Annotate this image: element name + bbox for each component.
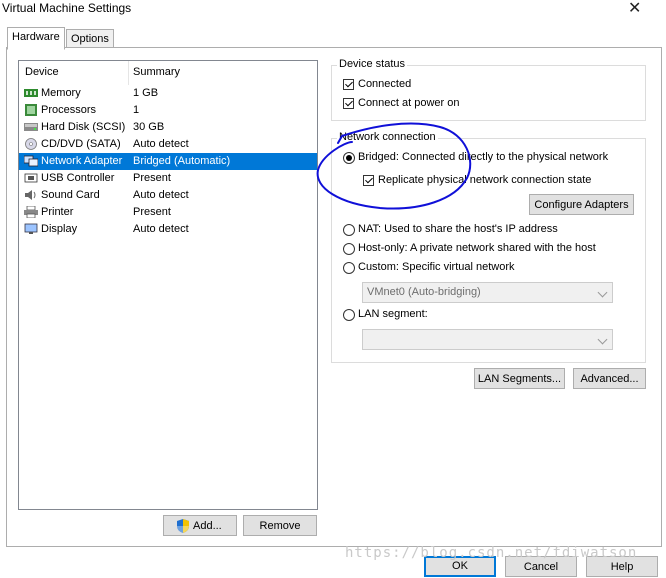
device-row-memory[interactable]: Memory 1 GB — [19, 85, 317, 102]
network-adapter-icon — [24, 155, 38, 167]
device-summary: 30 GB — [133, 121, 165, 133]
device-summary: Auto detect — [133, 223, 189, 235]
custom-network-value: VMnet0 (Auto-bridging) — [367, 286, 481, 298]
device-row-display[interactable]: Display Auto detect — [19, 221, 317, 238]
device-name: Hard Disk (SCSI) — [41, 121, 126, 133]
custom-radio[interactable] — [343, 262, 355, 274]
device-status-title: Device status — [337, 58, 408, 70]
window-title: Virtual Machine Settings — [2, 1, 132, 15]
device-row-cd-dvd[interactable]: CD/DVD (SATA) Auto detect — [19, 136, 317, 153]
device-status-group — [331, 65, 646, 121]
replicate-state-checkbox[interactable] — [363, 175, 374, 186]
device-name: Display — [41, 223, 78, 235]
device-name: Network Adapter — [41, 155, 123, 167]
remove-button[interactable]: Remove — [243, 515, 317, 536]
cd-dvd-icon — [25, 138, 37, 150]
device-row-sound-card[interactable]: Sound Card Auto detect — [19, 187, 317, 204]
device-summary: Present — [133, 172, 171, 184]
device-list-header: Device Summary — [19, 61, 317, 85]
title-bar: Virtual Machine Settings ✕ — [0, 0, 666, 18]
bridged-radio[interactable] — [343, 152, 355, 164]
column-divider[interactable] — [128, 61, 129, 85]
host-only-label[interactable]: Host-only: A private network shared with… — [358, 242, 596, 254]
tab-options[interactable]: Options — [66, 29, 114, 49]
display-icon — [24, 223, 38, 234]
device-summary: 1 GB — [133, 87, 159, 99]
bridged-label[interactable]: Bridged: Connected directly to the physi… — [358, 151, 608, 163]
device-name: Memory — [41, 87, 81, 99]
network-connection-title: Network connection — [337, 131, 438, 143]
printer-icon — [24, 206, 38, 218]
usb-icon — [24, 173, 38, 183]
nat-label[interactable]: NAT: Used to share the host's IP address — [358, 223, 558, 235]
custom-network-select[interactable]: VMnet0 (Auto-bridging) — [362, 282, 613, 303]
device-name: Sound Card — [41, 189, 100, 201]
lan-segments-button[interactable]: LAN Segments... — [474, 368, 565, 389]
connect-at-power-on-label[interactable]: Connect at power on — [358, 97, 460, 109]
host-only-radio[interactable] — [343, 243, 355, 255]
device-row-usb-controller[interactable]: USB Controller Present — [19, 170, 317, 187]
device-summary: Present — [133, 206, 171, 218]
chevron-down-icon — [597, 334, 608, 345]
lan-segment-select[interactable] — [362, 329, 613, 350]
watermark: https://blog.csdn.net/fdiwatson — [345, 545, 638, 561]
column-header-summary[interactable]: Summary — [133, 66, 180, 78]
device-summary: Bridged (Automatic) — [133, 155, 231, 167]
custom-label[interactable]: Custom: Specific virtual network — [358, 261, 515, 273]
advanced-button[interactable]: Advanced... — [573, 368, 646, 389]
device-row-network-adapter[interactable]: Network Adapter Bridged (Automatic) — [19, 153, 317, 170]
memory-icon — [24, 89, 38, 97]
connected-label[interactable]: Connected — [358, 78, 411, 90]
close-icon[interactable]: ✕ — [628, 0, 641, 18]
add-hardware-button[interactable]: Add... — [163, 515, 237, 536]
device-name: Processors — [41, 104, 97, 116]
device-name: CD/DVD (SATA) — [41, 138, 121, 150]
nat-radio[interactable] — [343, 224, 355, 236]
device-row-hard-disk[interactable]: Hard Disk (SCSI) 30 GB — [19, 119, 317, 136]
device-summary: Auto detect — [133, 138, 189, 150]
device-summary: 1 — [133, 104, 140, 116]
add-label: Add... — [193, 520, 222, 532]
connected-checkbox[interactable] — [343, 79, 354, 90]
device-name: USB Controller — [41, 172, 115, 184]
sound-card-icon — [25, 190, 36, 200]
lan-segment-radio[interactable] — [343, 309, 355, 321]
device-list[interactable]: Device Summary Memory 1 GB Processors 1 … — [18, 60, 318, 510]
configure-adapters-button[interactable]: Configure Adapters — [529, 194, 634, 215]
shield-icon — [177, 519, 189, 533]
chevron-down-icon — [597, 287, 608, 298]
connect-at-power-on-checkbox[interactable] — [343, 98, 354, 109]
column-header-device[interactable]: Device — [25, 66, 59, 78]
processor-icon — [25, 104, 37, 116]
tab-hardware[interactable]: Hardware — [7, 27, 65, 50]
device-name: Printer — [41, 206, 74, 218]
device-row-printer[interactable]: Printer Present — [19, 204, 317, 221]
replicate-state-label[interactable]: Replicate physical network connection st… — [378, 174, 591, 186]
device-summary: Auto detect — [133, 189, 189, 201]
device-row-processors[interactable]: Processors 1 — [19, 102, 317, 119]
hard-disk-icon — [24, 123, 38, 131]
lan-segment-label[interactable]: LAN segment: — [358, 308, 428, 320]
